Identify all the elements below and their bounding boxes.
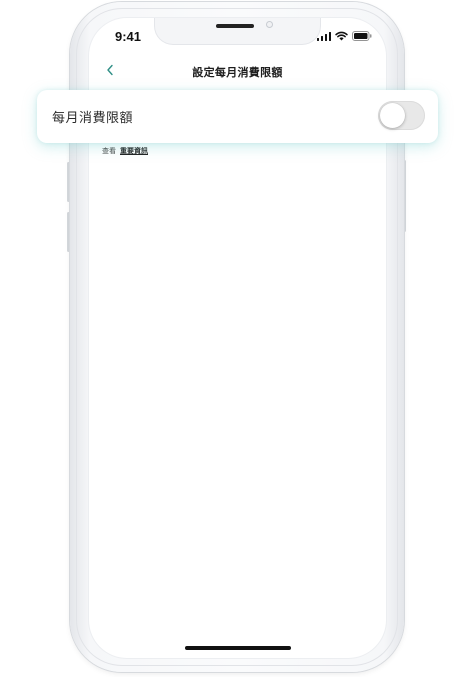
app-stage: 9:41 設定每月消費限額 查看 重要資訊 每月消費限額 <box>0 0 474 677</box>
wifi-icon <box>335 31 348 41</box>
monthly-limit-toggle[interactable] <box>378 101 425 130</box>
toggle-knob <box>380 103 405 128</box>
status-time: 9:41 <box>115 29 142 44</box>
status-icons <box>316 31 373 41</box>
cellular-signal-icon <box>316 31 331 41</box>
phone-notch <box>155 18 320 44</box>
battery-icon <box>352 31 372 41</box>
front-camera <box>266 21 273 28</box>
info-prefix: 查看 <box>102 147 116 155</box>
speaker-grille <box>216 24 254 28</box>
monthly-limit-label: 每月消費限額 <box>52 111 134 126</box>
page-title: 設定每月消費限額 <box>192 66 283 79</box>
important-info-line: 查看 重要資訊 <box>102 146 148 156</box>
important-info-link[interactable]: 重要資訊 <box>120 147 148 155</box>
monthly-limit-setting-card: 每月消費限額 <box>37 90 438 143</box>
home-indicator <box>185 646 291 650</box>
